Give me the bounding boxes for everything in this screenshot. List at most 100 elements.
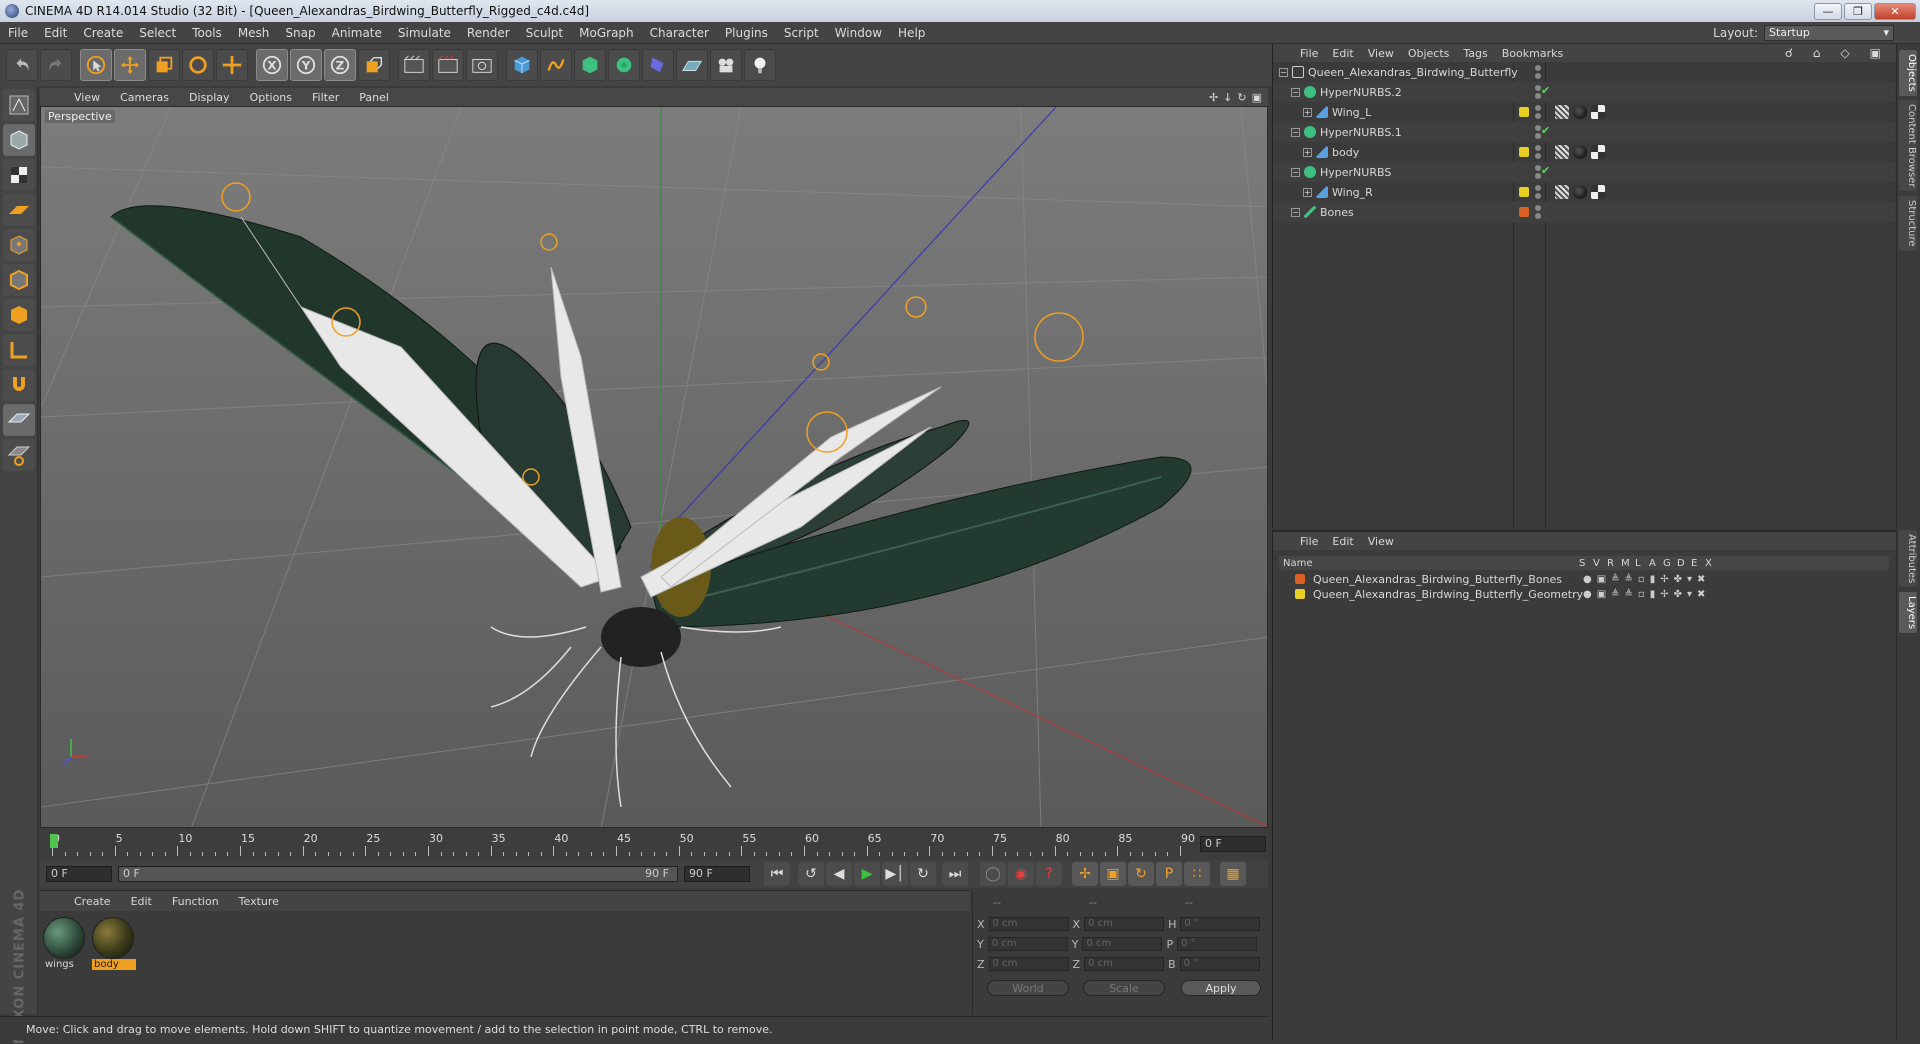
object-row[interactable]: − HyperNURBS ✔ xyxy=(1273,162,1895,182)
object-row[interactable]: − Queen_Alexandras_Birdwing_Butterfly xyxy=(1273,62,1895,82)
next-frame-button[interactable]: ▶│ xyxy=(882,862,908,886)
previous-key-button[interactable]: ↺ xyxy=(798,862,824,886)
undo-button[interactable] xyxy=(6,49,38,81)
layers-menu-edit[interactable]: Edit xyxy=(1325,535,1360,548)
edges-mode-button[interactable] xyxy=(3,264,35,296)
viewport-menu-view[interactable]: View xyxy=(64,91,110,104)
go-to-start-button[interactable]: ⏮ xyxy=(764,862,790,886)
enabled-check-icon[interactable]: ✔ xyxy=(1541,84,1550,97)
material-menu-texture[interactable]: Texture xyxy=(229,895,289,908)
menu-window[interactable]: Window xyxy=(827,26,890,40)
viewport-menu-options[interactable]: Options xyxy=(240,91,302,104)
menu-simulate[interactable]: Simulate xyxy=(390,26,459,40)
editor-visibility-dot[interactable] xyxy=(1535,105,1541,111)
object-name[interactable]: Bones xyxy=(1320,206,1354,219)
coord-rot-h-field[interactable]: 0 ° xyxy=(1180,917,1261,931)
tab-objects[interactable]: Objects xyxy=(1899,50,1917,96)
menu-animate[interactable]: Animate xyxy=(324,26,390,40)
object-name[interactable]: HyperNURBS.2 xyxy=(1320,86,1402,99)
coordinate-mode-dropdown[interactable]: World xyxy=(987,980,1069,996)
object-name[interactable]: HyperNURBS.1 xyxy=(1320,126,1402,139)
cube-object-button[interactable] xyxy=(506,49,538,81)
menu-create[interactable]: Create xyxy=(75,26,131,40)
workplane-lock-button[interactable] xyxy=(3,404,35,436)
tree-toggle-icon[interactable]: − xyxy=(1279,67,1288,77)
layer-flags-geometry[interactable]: ●▣≜≜▫▮✢✤▾✖ xyxy=(1583,589,1710,600)
material-wings[interactable]: wings xyxy=(43,917,87,970)
render-visibility-dot[interactable] xyxy=(1535,193,1541,199)
material-tag-icon[interactable] xyxy=(1573,185,1587,199)
objects-menu-bookmarks[interactable]: Bookmarks xyxy=(1495,47,1570,60)
objects-menu-view[interactable]: View xyxy=(1361,47,1401,60)
tree-toggle-icon[interactable]: + xyxy=(1303,107,1312,117)
coord-size-x-field[interactable]: 0 cm xyxy=(1084,917,1165,931)
layer-color-swatch[interactable] xyxy=(1519,147,1529,157)
menu-render[interactable]: Render xyxy=(459,26,518,40)
render-settings-button[interactable] xyxy=(466,49,498,81)
layer-color-swatch[interactable] xyxy=(1519,187,1529,197)
rotate-tool-button[interactable] xyxy=(182,49,214,81)
viewport-maximize-icon[interactable]: ▣ xyxy=(1252,91,1262,104)
enabled-check-icon[interactable]: ✔ xyxy=(1541,164,1550,177)
render-view-button[interactable] xyxy=(398,49,430,81)
floor-button[interactable] xyxy=(676,49,708,81)
layer-row-geometry[interactable]: Queen_Alexandras_Birdwing_Butterfly_Geom… xyxy=(1279,587,1889,602)
texture-mode-button[interactable] xyxy=(3,159,35,191)
coordinate-system-button[interactable] xyxy=(358,49,390,81)
objects-menu-edit[interactable]: Edit xyxy=(1325,47,1360,60)
camera-button[interactable] xyxy=(710,49,742,81)
workplane-mode-button[interactable] xyxy=(3,194,35,226)
viewport-dolly-icon[interactable]: ↓ xyxy=(1223,91,1232,104)
object-row[interactable]: + body xyxy=(1273,142,1895,162)
next-key-button[interactable]: ↻ xyxy=(910,862,936,886)
go-to-end-button[interactable]: ⏭ xyxy=(942,862,968,886)
layer-name-bones[interactable]: Queen_Alexandras_Birdwing_Butterfly_Bone… xyxy=(1313,573,1562,586)
menu-help[interactable]: Help xyxy=(890,26,933,40)
axis-mode-button[interactable] xyxy=(3,334,35,366)
timeline-playhead[interactable] xyxy=(50,834,58,848)
render-picture-viewer-button[interactable] xyxy=(432,49,464,81)
menu-tools[interactable]: Tools xyxy=(184,26,230,40)
layer-color-swatch[interactable] xyxy=(1519,107,1529,117)
object-name[interactable]: Wing_R xyxy=(1332,186,1373,199)
object-row[interactable]: − Bones xyxy=(1273,202,1895,222)
material-menu-create[interactable]: Create xyxy=(64,895,121,908)
enabled-check-icon[interactable]: ✔ xyxy=(1541,124,1550,137)
object-name[interactable]: HyperNURBS xyxy=(1320,166,1391,179)
timeline-ruler[interactable]: 051015202530354045505560657075808590 0 F xyxy=(40,830,1268,860)
object-row[interactable]: − HyperNURBS.2 ✔ xyxy=(1273,82,1895,102)
search-icon[interactable]: ☌ xyxy=(1778,46,1800,60)
object-row[interactable]: + Wing_L xyxy=(1273,102,1895,122)
object-name[interactable]: body xyxy=(1332,146,1359,159)
menu-file[interactable]: File xyxy=(0,26,36,40)
menu-sculpt[interactable]: Sculpt xyxy=(518,26,571,40)
uvw-tag-icon[interactable] xyxy=(1591,145,1605,159)
layer-color-swatch[interactable] xyxy=(1519,207,1529,217)
object-name[interactable]: Wing_L xyxy=(1332,106,1371,119)
tree-toggle-icon[interactable]: − xyxy=(1291,127,1300,137)
menu-mograph[interactable]: MoGraph xyxy=(571,26,642,40)
render-visibility-dot[interactable] xyxy=(1535,153,1541,159)
tab-attributes[interactable]: Attributes xyxy=(1899,530,1917,588)
redo-button[interactable] xyxy=(40,49,72,81)
tree-toggle-icon[interactable]: + xyxy=(1303,187,1312,197)
menu-edit[interactable]: Edit xyxy=(36,26,75,40)
editor-visibility-dot[interactable] xyxy=(1535,145,1541,151)
uvw-tag-icon[interactable] xyxy=(1591,185,1605,199)
weight-tag-icon[interactable] xyxy=(1555,105,1569,119)
editor-visibility-dot[interactable] xyxy=(1535,205,1541,211)
tab-layers[interactable]: Layers xyxy=(1899,592,1917,634)
current-frame-field[interactable]: 0 F xyxy=(1200,836,1266,852)
live-selection-button[interactable] xyxy=(80,49,112,81)
model-mode-button[interactable] xyxy=(3,124,35,156)
material-tag-icon[interactable] xyxy=(1573,105,1587,119)
objects-menu-tags[interactable]: Tags xyxy=(1456,47,1494,60)
uvw-tag-icon[interactable] xyxy=(1591,105,1605,119)
array-button[interactable] xyxy=(608,49,640,81)
material-tag-icon[interactable] xyxy=(1573,145,1587,159)
key-rotation-button[interactable]: ↻ xyxy=(1128,862,1154,886)
coord-pos-x-field[interactable]: 0 cm xyxy=(988,917,1069,931)
spline-pen-button[interactable] xyxy=(540,49,572,81)
hierarchy-icon[interactable]: ◇ xyxy=(1833,46,1856,60)
menu-select[interactable]: Select xyxy=(131,26,184,40)
